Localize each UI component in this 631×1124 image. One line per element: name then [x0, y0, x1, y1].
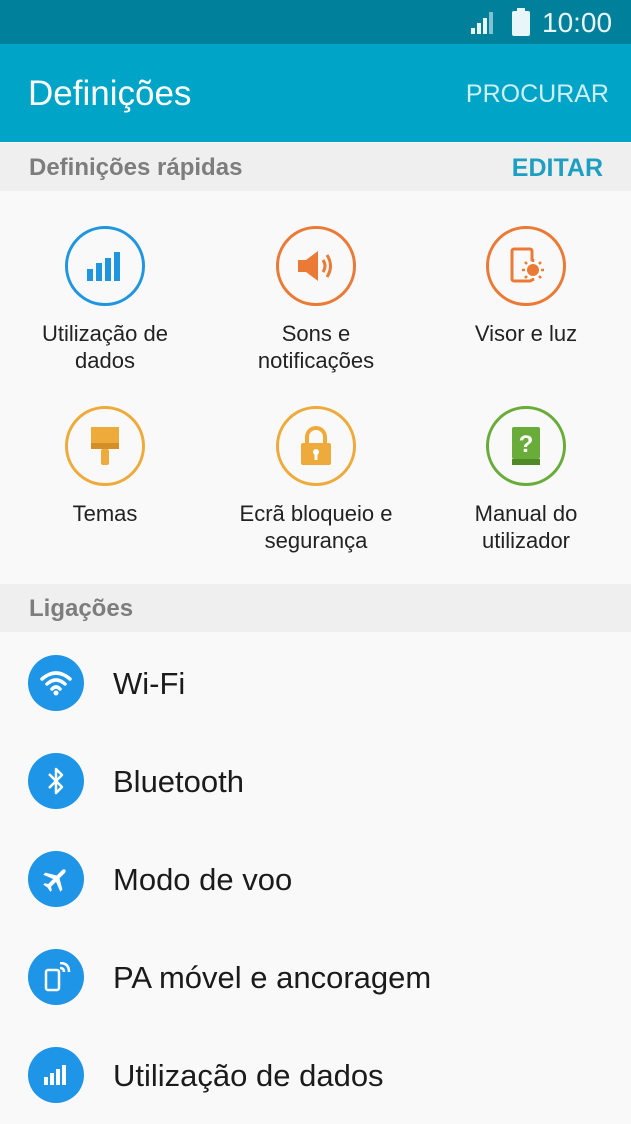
- help-book-icon: ?: [486, 406, 566, 486]
- bluetooth-icon: [28, 753, 84, 809]
- quick-tile-display[interactable]: Visor e luz: [426, 226, 626, 347]
- signal-icon: [471, 12, 493, 34]
- data-usage-icon: [28, 1047, 84, 1103]
- quick-tile-label: Sons e notificações: [257, 321, 375, 373]
- status-bar: 10:00: [0, 0, 631, 44]
- speaker-icon: [276, 226, 356, 306]
- lock-icon: [276, 406, 356, 486]
- list-item-bluetooth[interactable]: Bluetooth: [0, 732, 631, 830]
- display-icon: [486, 226, 566, 306]
- airplane-icon: [28, 851, 84, 907]
- list-item-wifi[interactable]: Wi-Fi: [0, 634, 631, 732]
- quick-tile-label: Temas: [72, 501, 138, 526]
- quick-tile-user-manual[interactable]: ? Manual do utilizador: [426, 406, 626, 554]
- connections-header: Ligações: [0, 584, 631, 632]
- quick-settings-title: Definições rápidas: [29, 154, 243, 181]
- list-item-label: PA móvel e ancoragem: [113, 960, 432, 995]
- battery-icon: [512, 8, 530, 36]
- list-item-label: Wi-Fi: [113, 666, 186, 701]
- quick-tile-sounds[interactable]: Sons e notificações: [216, 226, 416, 374]
- quick-settings-header: Definições rápidas EDITAR: [0, 143, 631, 191]
- list-item-label: Bluetooth: [113, 764, 244, 799]
- quick-tile-themes[interactable]: Temas: [5, 406, 205, 527]
- quick-tile-label: Ecrã bloqueio e segurança: [239, 501, 393, 553]
- edit-button[interactable]: EDITAR: [512, 154, 603, 183]
- list-item-data-usage[interactable]: Utilização de dados: [0, 1026, 631, 1124]
- connections-title: Ligações: [29, 595, 134, 622]
- quick-tile-label: Visor e luz: [474, 321, 578, 346]
- quick-tile-label: Utilização de dados: [42, 321, 168, 373]
- quick-tile-label: Manual do utilizador: [474, 501, 578, 553]
- app-bar: Definições PROCURAR: [0, 44, 631, 142]
- wifi-icon: [28, 655, 84, 711]
- hotspot-icon: [28, 949, 84, 1005]
- list-item-label: Utilização de dados: [113, 1058, 384, 1093]
- paintbrush-icon: [65, 406, 145, 486]
- clock: 10:00: [542, 7, 613, 38]
- list-item-label: Modo de voo: [113, 862, 293, 897]
- quick-tile-lock-screen[interactable]: Ecrã bloqueio e segurança: [216, 406, 416, 554]
- page-title: Definições: [28, 74, 192, 113]
- search-button[interactable]: PROCURAR: [466, 80, 609, 109]
- svg-text:?: ?: [519, 431, 534, 458]
- list-item-airplane-mode[interactable]: Modo de voo: [0, 830, 631, 928]
- list-item-hotspot[interactable]: PA móvel e ancoragem: [0, 928, 631, 1026]
- data-usage-icon: [65, 226, 145, 306]
- quick-tile-data-usage[interactable]: Utilização de dados: [5, 226, 205, 374]
